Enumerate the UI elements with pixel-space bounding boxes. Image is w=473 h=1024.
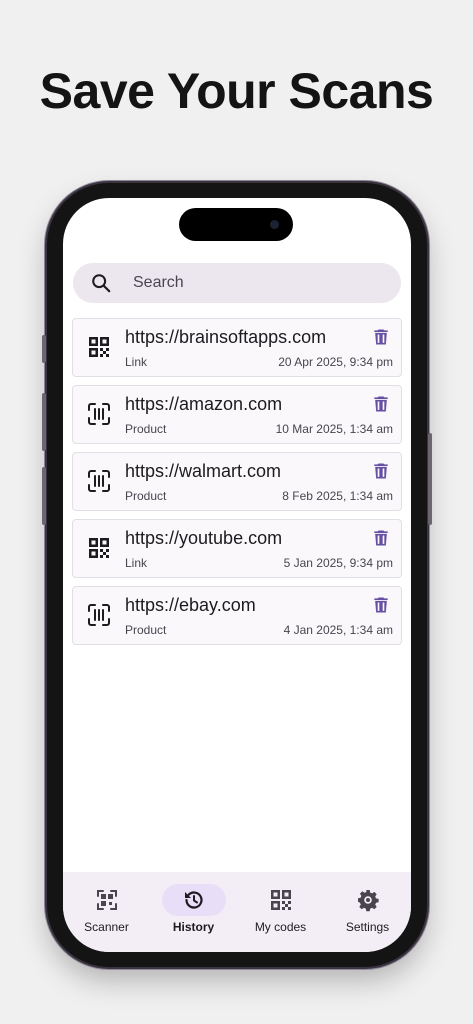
- nav-label: Settings: [345, 920, 390, 934]
- phone-frame: Search https://brainsoftapps.com Link 20: [42, 183, 432, 967]
- history-kind: Link: [125, 355, 148, 369]
- qr-code-icon: [270, 890, 291, 910]
- search-icon: [92, 274, 111, 293]
- nav-label: My codes: [254, 920, 307, 934]
- history-url: https://brainsoftapps.com: [125, 327, 327, 347]
- history-kind: Link: [125, 556, 148, 570]
- history-url: https://youtube.com: [125, 528, 283, 548]
- history-kind: Product: [125, 422, 167, 436]
- bottom-navigation: Scanner History My codes Settings: [63, 872, 411, 952]
- history-item[interactable]: https://walmart.com Product 8 Feb 2025, …: [72, 452, 402, 511]
- camera-icon: [270, 220, 279, 229]
- history-url: https://walmart.com: [125, 461, 282, 481]
- delete-icon[interactable]: [371, 528, 391, 548]
- volume-up-button: [42, 393, 46, 451]
- volume-down-button: [42, 467, 46, 525]
- history-item[interactable]: https://youtube.com Link 5 Jan 2025, 9:3…: [72, 519, 402, 578]
- history-kind: Product: [125, 489, 167, 503]
- gear-icon: [357, 890, 379, 912]
- barcode-icon: [88, 604, 110, 626]
- history-item[interactable]: https://amazon.com Product 10 Mar 2025, …: [72, 385, 402, 444]
- history-date: 4 Jan 2025, 1:34 am: [283, 623, 393, 637]
- barcode-icon: [88, 470, 110, 492]
- history-url: https://amazon.com: [125, 394, 283, 414]
- history-icon: [184, 891, 203, 909]
- delete-icon[interactable]: [371, 394, 391, 414]
- history-item[interactable]: https://brainsoftapps.com Link 20 Apr 20…: [72, 318, 402, 377]
- history-date: 10 Mar 2025, 1:34 am: [275, 422, 393, 436]
- barcode-icon: [88, 403, 110, 425]
- nav-label: Scanner: [84, 920, 129, 934]
- delete-icon[interactable]: [371, 461, 391, 481]
- scanner-icon: [96, 890, 117, 910]
- delete-icon[interactable]: [371, 327, 391, 347]
- search-input[interactable]: Search: [133, 274, 184, 292]
- nav-my-codes[interactable]: My codes: [237, 872, 324, 952]
- nav-history[interactable]: History: [150, 872, 237, 952]
- nav-settings[interactable]: Settings: [324, 872, 411, 952]
- app-screen: Search https://brainsoftapps.com Link 20: [63, 198, 411, 952]
- history-date: 5 Jan 2025, 9:34 pm: [283, 556, 393, 570]
- nav-scanner[interactable]: Scanner: [63, 872, 150, 952]
- power-button: [428, 433, 432, 525]
- history-url: https://ebay.com: [125, 595, 256, 615]
- page-headline: Save Your Scans: [39, 63, 434, 119]
- history-item[interactable]: https://ebay.com Product 4 Jan 2025, 1:3…: [72, 586, 402, 645]
- dynamic-island: [179, 208, 293, 241]
- action-button: [42, 335, 46, 363]
- delete-icon[interactable]: [371, 595, 391, 615]
- nav-label: History: [172, 920, 215, 934]
- history-kind: Product: [125, 623, 167, 637]
- history-date: 20 Apr 2025, 9:34 pm: [278, 355, 393, 369]
- search-bar[interactable]: Search: [73, 263, 401, 303]
- qr-code-icon: [89, 538, 109, 558]
- history-list: https://brainsoftapps.com Link 20 Apr 20…: [72, 318, 402, 653]
- history-date: 8 Feb 2025, 1:34 am: [282, 489, 393, 503]
- qr-code-icon: [89, 337, 109, 357]
